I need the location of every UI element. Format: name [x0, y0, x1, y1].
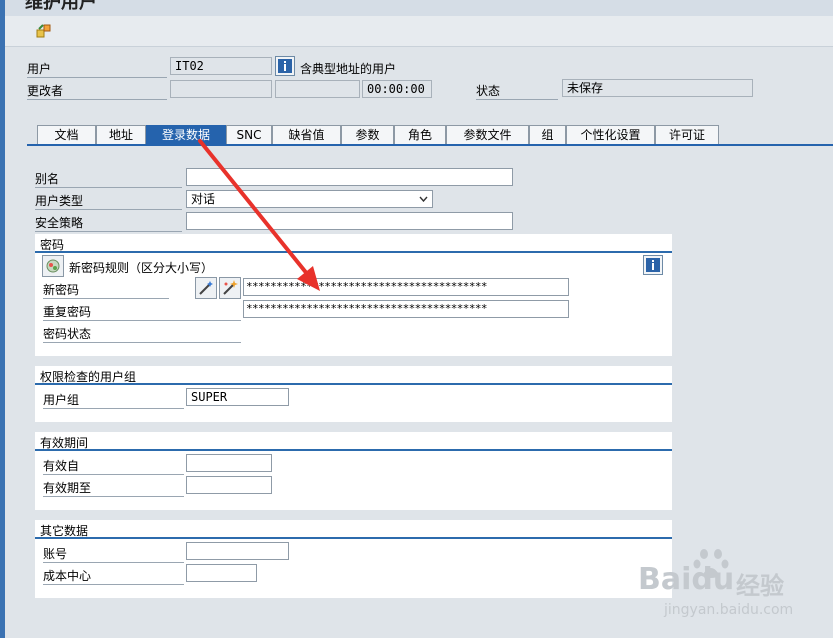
watermark-cn: 经验 — [736, 572, 784, 600]
paw-icon — [693, 549, 729, 578]
watermark-url: jingyan.baidu.com — [664, 602, 794, 618]
annotation-arrow — [198, 139, 320, 291]
